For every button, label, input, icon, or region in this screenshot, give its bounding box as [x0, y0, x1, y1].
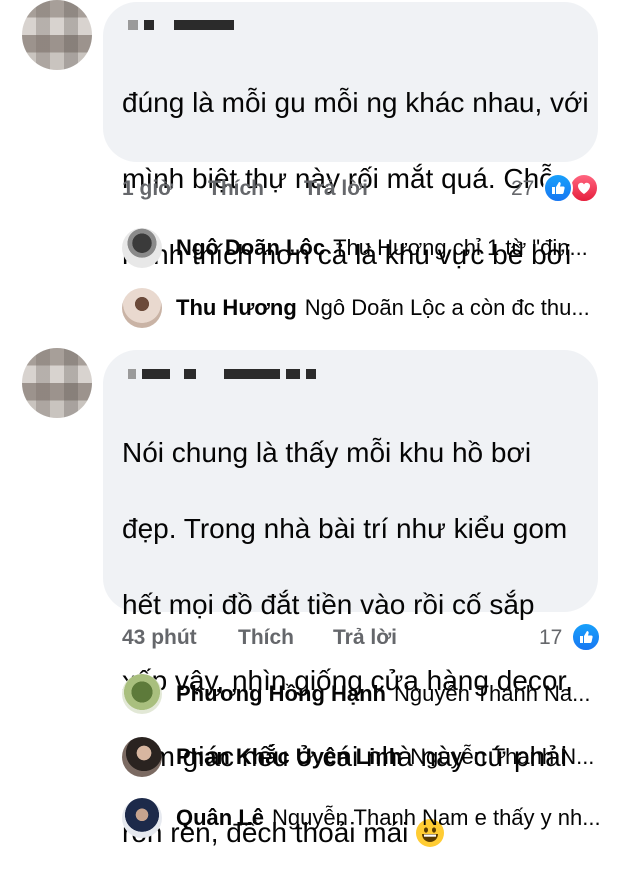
- commenter-name-censored[interactable]: [128, 367, 316, 381]
- reply-avatar[interactable]: [122, 674, 162, 714]
- reply-item[interactable]: Phan Khắc Uyên Linh Nguyễn Thanh N...: [122, 735, 602, 779]
- reply-author[interactable]: Phương Hồng Hạnh: [176, 681, 386, 707]
- reply-author[interactable]: Ngô Doãn Lộc: [176, 235, 325, 261]
- commenter-avatar-blurred[interactable]: [22, 0, 92, 70]
- reply-text: Thu Hương chỉ 1 từ "đin...: [333, 235, 588, 260]
- reply-avatar[interactable]: [122, 737, 162, 777]
- reply-text: Nguyễn Thanh N...: [410, 744, 595, 769]
- commenter-avatar-blurred[interactable]: [22, 348, 92, 418]
- reply-text: Nguyễn Thanh Nam e thấy y nh...: [272, 805, 601, 830]
- like-icon: [543, 173, 573, 203]
- reaction-count[interactable]: 27: [511, 177, 534, 201]
- like-icon: [571, 622, 601, 652]
- reply-item[interactable]: Quân Lê Nguyễn Thanh Nam e thấy y nh...: [122, 796, 602, 840]
- commenter-name-censored[interactable]: [128, 18, 234, 32]
- reply-author[interactable]: Quân Lê: [176, 805, 264, 831]
- reply-author[interactable]: Thu Hương: [176, 295, 297, 321]
- like-link[interactable]: Thích: [238, 626, 294, 650]
- reply-avatar[interactable]: [122, 288, 162, 328]
- reply-avatar[interactable]: [122, 228, 162, 268]
- reply-text: Ngô Doãn Lộc a còn đc thu...: [304, 295, 590, 320]
- reply-link[interactable]: Trả lời: [333, 626, 397, 650]
- comment-timestamp[interactable]: 43 phút: [122, 626, 197, 650]
- reaction-count[interactable]: 17: [539, 626, 562, 650]
- reply-avatar[interactable]: [122, 798, 162, 838]
- reply-item[interactable]: Phương Hồng Hạnh Nguyễn Thanh Na...: [122, 672, 602, 716]
- reply-author[interactable]: Phan Khắc Uyên Linh: [176, 744, 402, 770]
- like-link[interactable]: Thích: [208, 177, 264, 201]
- reply-item[interactable]: Thu Hương Ngô Doãn Lộc a còn đc thu...: [122, 286, 602, 330]
- reply-link[interactable]: Trả lời: [304, 177, 368, 201]
- reply-item[interactable]: Ngô Doãn Lộc Thu Hương chỉ 1 từ "đin...: [122, 226, 602, 270]
- comment-timestamp[interactable]: 1 giờ: [122, 177, 173, 201]
- reply-text: Nguyễn Thanh Na...: [394, 681, 591, 706]
- love-icon: [569, 173, 599, 203]
